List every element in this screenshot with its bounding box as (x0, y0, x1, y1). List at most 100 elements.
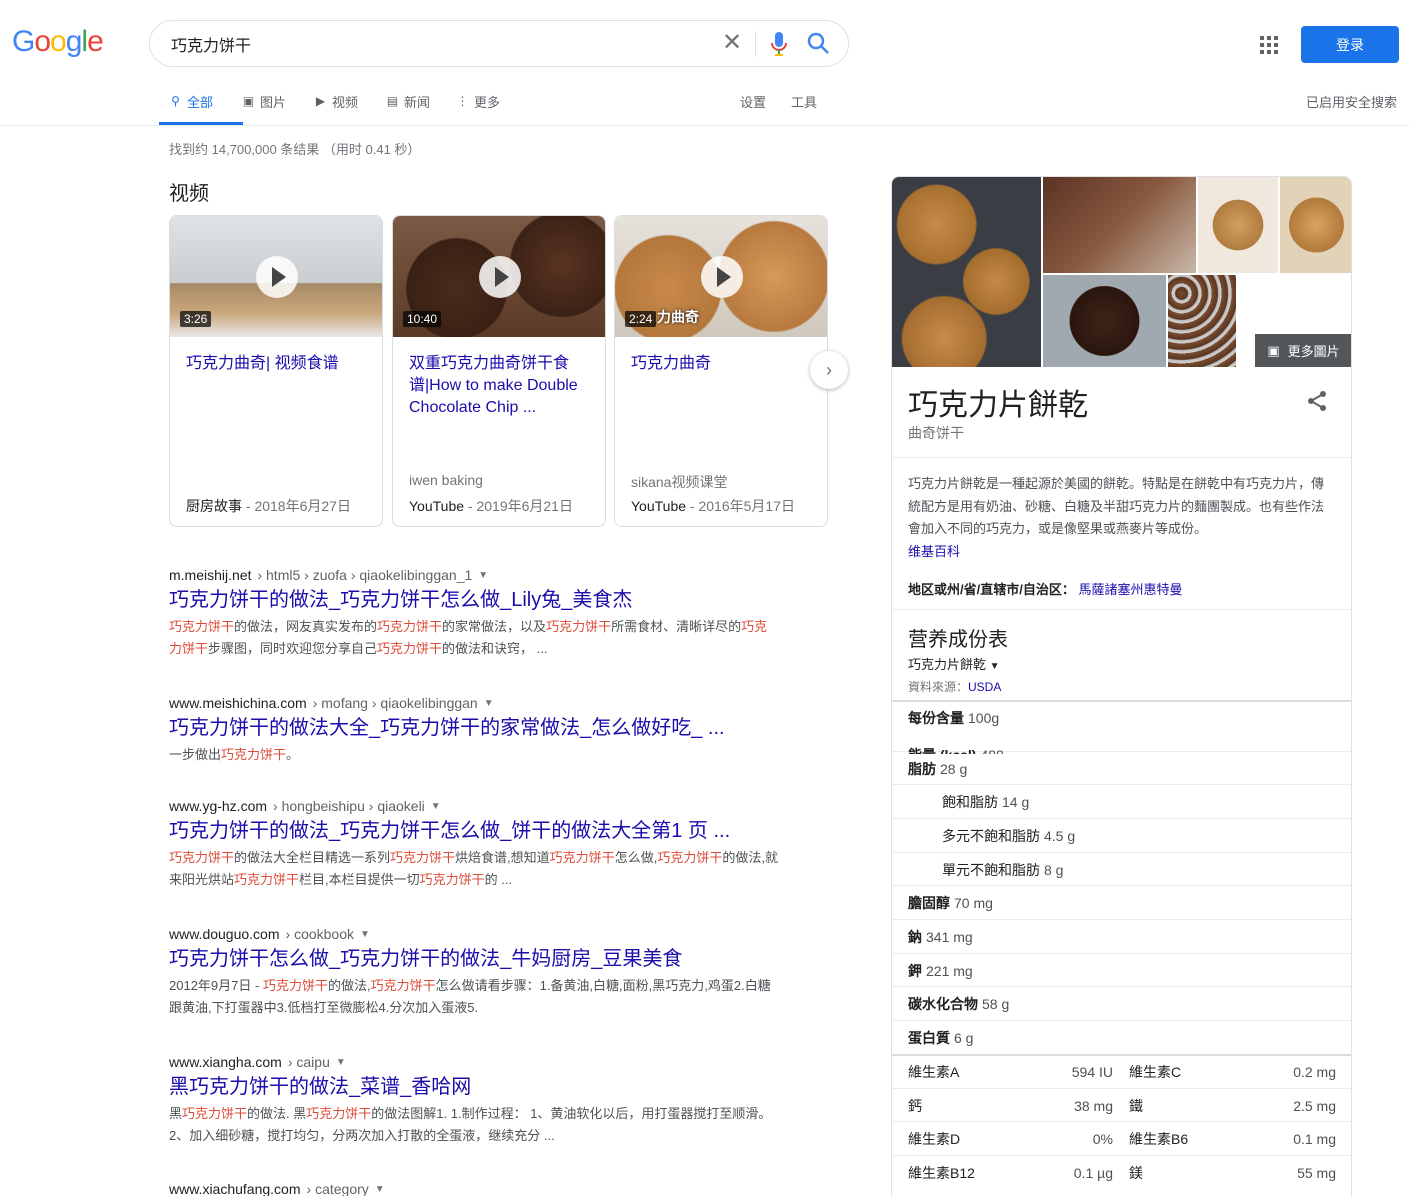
video-thumbnail: 10:40 (393, 216, 605, 337)
result-url[interactable]: www.yg-hz.com › hongbeishipu › qiaokeli ▼ (169, 798, 779, 814)
more-vert-icon: ⋮ (456, 94, 469, 108)
video-title[interactable]: 双重巧克力曲奇饼干食谱|How to make Double Chocolate… (409, 353, 591, 419)
search-input[interactable] (171, 34, 711, 53)
result-title[interactable]: 巧克力饼干的做法_巧克力饼干怎么做_饼干的做法大全第1 页 ... (169, 818, 779, 844)
chevron-down-icon[interactable]: ▼ (360, 929, 370, 940)
nutrition-row: 鉀 221 mg (892, 953, 1351, 987)
search-result: www.xiangha.com › caipu ▼ 黑巧克力饼干的做法_菜谱_香哈网… (169, 1054, 779, 1147)
nutrient-label: 維生素C (1129, 1064, 1182, 1080)
signin-button[interactable]: 登录 (1301, 26, 1399, 63)
result-domain: www.douguo.com (169, 926, 280, 942)
tab-videos[interactable]: ▶ 视频 (314, 92, 358, 111)
nutrient-value: 38 mg (1074, 1097, 1113, 1114)
nutrient-label: 鎂 (1129, 1164, 1143, 1181)
cookie-image[interactable] (1280, 177, 1351, 273)
result-url[interactable]: www.meishichina.com › mofang › qiaokelib… (169, 695, 779, 711)
search-result: www.yg-hz.com › hongbeishipu › qiaokeli ▼… (169, 798, 779, 891)
more-images-button[interactable]: ▣ 更多圖片 (1255, 334, 1351, 367)
cookie-image[interactable] (1043, 275, 1166, 367)
video-title[interactable]: 巧克力曲奇 (631, 353, 813, 375)
play-icon (701, 256, 743, 298)
snippet-text: 的做法，网友真实发布的 (234, 619, 378, 634)
video-card[interactable]: 3:26 巧克力曲奇| 视频食谱 厨房故事 - 2018年6月27日 (169, 215, 383, 527)
result-url[interactable]: www.douguo.com › cookbook ▼ (169, 926, 779, 942)
result-snippet: 巧克力饼干的做法大全栏目精选一系列巧克力饼干烘焙食谱,想知道巧克力饼干怎么做,巧… (169, 847, 779, 891)
chevron-down-icon[interactable]: ▼ (336, 1057, 346, 1068)
result-title[interactable]: 巧克力饼干怎么做_巧克力饼干的做法_牛妈厨房_豆果美食 (169, 946, 779, 972)
snippet-text: 2012年9月7日 - (169, 978, 263, 993)
tab-label: 更多 (474, 95, 501, 110)
origin-fact: 地区或州/省/直辖市/自治区： 馬薩諸塞州惠特曼 (908, 579, 1182, 598)
snippet-text: 步骤图，同时欢迎您分享自己 (208, 641, 378, 656)
vitamin-row: 維生素B12 0.1 µg 鎂 55 mg (892, 1155, 1351, 1189)
result-title[interactable]: 巧克力饼干的做法大全_巧克力饼干的家常做法_怎么做好吃_ ... (169, 715, 779, 741)
microphone-icon[interactable] (767, 30, 791, 58)
safe-search-link[interactable]: 已启用安全搜索 (1306, 92, 1397, 111)
cookie-image[interactable] (1198, 177, 1278, 273)
cookie-image[interactable] (1043, 177, 1196, 273)
carousel-next-button[interactable]: › (810, 351, 848, 389)
cookie-image[interactable] (1168, 275, 1236, 367)
chevron-down-icon[interactable]: ▼ (484, 698, 494, 709)
cookie-image[interactable] (892, 177, 1041, 367)
logo-letter: o (50, 25, 67, 58)
nutrient-label: 每份含量 (908, 710, 964, 726)
nutrient-label: 維生素D (908, 1130, 961, 1147)
chevron-down-icon[interactable]: ▼ (431, 801, 441, 812)
video-card[interactable]: 2:24 力曲奇 巧克力曲奇 sikana视频课堂 YouTube - 2016… (614, 215, 828, 527)
snippet-highlight: 巧克力饼干 (306, 1106, 372, 1121)
tab-settings[interactable]: 设置 (740, 92, 766, 111)
tab-images[interactable]: ▣ 图片 (242, 92, 286, 111)
nutrition-row: 每份含量 100g (892, 700, 1351, 734)
nutrient-value: 14 g (1002, 793, 1030, 810)
result-title[interactable]: 黑巧克力饼干的做法_菜谱_香哈网 (169, 1074, 779, 1100)
google-logo[interactable]: Google (12, 25, 104, 59)
chevron-right-icon: › (826, 359, 832, 380)
close-icon[interactable]: ✕ (720, 31, 744, 55)
result-url[interactable]: www.xiangha.com › caipu ▼ (169, 1054, 779, 1070)
selected-food: 巧克力片餅乾 (908, 657, 987, 672)
video-duration: 2:24 (625, 311, 657, 327)
search-icon[interactable] (806, 31, 832, 57)
logo-letter: o (34, 25, 51, 58)
result-breadcrumb: › hongbeishipu › qiaokeli (273, 798, 425, 814)
snippet-text: 一步做出 (169, 747, 222, 762)
usda-link[interactable]: USDA (968, 680, 1001, 694)
result-snippet: 2012年9月7日 - 巧克力饼干的做法,巧克力饼干怎么做请看步骤：1.备黄油,… (169, 975, 779, 1019)
image-gallery[interactable]: ▣ 更多圖片 (892, 177, 1351, 367)
nutrient-value: 70 mg (954, 894, 993, 911)
nutrition-source: 資料來源：USDA (908, 678, 1001, 695)
more-images-label: 更多圖片 (1287, 344, 1340, 359)
nutrition-row: 碳水化合物 58 g (892, 986, 1351, 1020)
result-url[interactable]: m.meishij.net › html5 › zuofa › qiaokeli… (169, 567, 779, 583)
tab-news[interactable]: ▤ 新闻 (386, 92, 430, 111)
fact-value-link[interactable]: 馬薩諸塞州惠特曼 (1078, 582, 1182, 597)
result-domain: www.yg-hz.com (169, 798, 268, 814)
apps-grid-icon[interactable] (1258, 34, 1280, 56)
video-title[interactable]: 巧克力曲奇| 视频食谱 (186, 353, 368, 375)
nutrient-label: 多元不飽和脂肪 (942, 827, 1040, 844)
snippet-highlight: 巧克力饼干 (182, 1106, 248, 1121)
image-icon: ▣ (1267, 342, 1280, 358)
share-icon[interactable] (1305, 389, 1329, 413)
tab-label: 视频 (332, 95, 359, 110)
video-meta: YouTube - 2016年5月17日 (631, 496, 795, 516)
snippet-text: 的做法大全栏目精选一系列 (234, 850, 391, 865)
entity-title: 巧克力片餅乾 (908, 389, 1088, 422)
nutrition-food-select[interactable]: 巧克力片餅乾 ▼ (908, 654, 1000, 673)
nutrient-value: 6 g (954, 1029, 974, 1046)
nutrient-label: 飽和脂肪 (942, 793, 998, 810)
result-title[interactable]: 巧克力饼干的做法_巧克力饼干怎么做_Lily兔_美食杰 (169, 587, 779, 613)
video-card[interactable]: 10:40 双重巧克力曲奇饼干食谱|How to make Double Cho… (392, 215, 606, 527)
chevron-down-icon[interactable]: ▼ (375, 1184, 385, 1195)
chevron-down-icon[interactable]: ▼ (478, 570, 488, 581)
nutrient-label: 維生素B12 (908, 1164, 975, 1181)
result-url[interactable]: www.xiachufang.com › category ▼ (169, 1181, 779, 1196)
wikipedia-link[interactable]: 维基百科 (908, 544, 960, 559)
tab-more[interactable]: ⋮ 更多 (456, 92, 501, 111)
result-domain: www.xiachufang.com (169, 1181, 301, 1196)
tab-all[interactable]: ⚲ 全部 (169, 92, 213, 111)
tab-tools[interactable]: 工具 (791, 92, 817, 111)
video-thumbnail: 2:24 力曲奇 (615, 216, 827, 337)
knowledge-panel: ▣ 更多圖片 巧克力片餅乾 曲奇饼干 巧克力片餅乾是一種起源於美國的餅乾。特點是在… (891, 176, 1352, 1196)
